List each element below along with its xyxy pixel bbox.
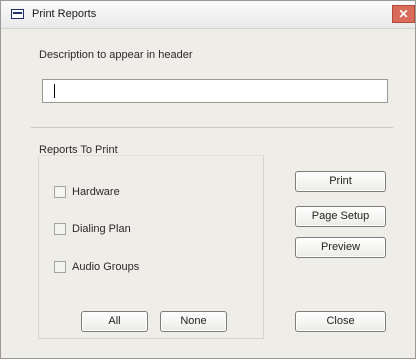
description-input[interactable] <box>42 79 388 103</box>
hardware-checkbox[interactable] <box>54 186 66 198</box>
close-button[interactable]: Close <box>295 311 386 332</box>
hardware-label: Hardware <box>72 186 120 198</box>
page-setup-button[interactable]: Page Setup <box>295 206 386 227</box>
audio-groups-checkbox[interactable] <box>54 261 66 273</box>
window-app-icon <box>11 9 24 19</box>
description-label: Description to appear in header <box>39 49 193 61</box>
dialing-plan-checkbox[interactable] <box>54 223 66 235</box>
print-button[interactable]: Print <box>295 171 386 192</box>
print-reports-dialog: Print Reports ✕ Description to appear in… <box>0 0 416 359</box>
select-all-button[interactable]: All <box>81 311 148 332</box>
title-bar[interactable]: Print Reports ✕ <box>1 1 415 29</box>
text-caret <box>54 84 55 98</box>
preview-button[interactable]: Preview <box>295 237 386 258</box>
audio-groups-label: Audio Groups <box>72 261 140 273</box>
select-none-button[interactable]: None <box>160 311 227 332</box>
close-icon[interactable]: ✕ <box>392 5 415 23</box>
reports-group-box <box>38 155 264 339</box>
dialing-plan-label: Dialing Plan <box>72 223 131 235</box>
window-title: Print Reports <box>32 8 97 20</box>
section-divider <box>31 127 393 128</box>
